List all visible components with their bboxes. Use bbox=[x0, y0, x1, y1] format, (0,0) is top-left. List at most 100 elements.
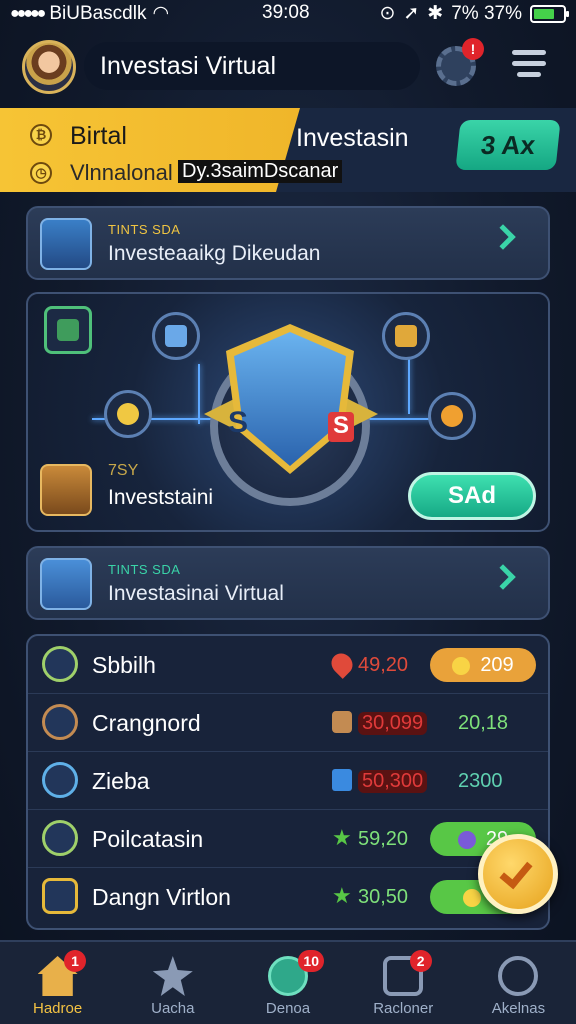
hero-title: Investstaini bbox=[108, 486, 214, 509]
nav-item-home[interactable]: 1 Hadroe bbox=[0, 942, 115, 1024]
notification-badge: ! bbox=[462, 38, 484, 60]
chevron-right-icon[interactable] bbox=[490, 224, 516, 250]
hero-panel: S S 7SY Investstaini SAd bbox=[26, 292, 550, 532]
treasure-chest-icon bbox=[40, 464, 92, 516]
promo-banner: ₿ ◷ Birtal Vlnnalonal Dy.3saimDscanar In… bbox=[0, 108, 576, 192]
investment-card-top[interactable]: TINTS SDA Investeaaikg Dikeudan bbox=[26, 206, 550, 280]
helmet-icon[interactable] bbox=[428, 392, 476, 440]
heart-icon bbox=[457, 830, 476, 849]
banner-title: Birtal bbox=[70, 122, 127, 150]
title-bar: Investasi Virtual bbox=[84, 42, 420, 90]
clock-coin-icon: ◷ bbox=[30, 162, 52, 184]
list-item-value: 30,099 bbox=[358, 712, 428, 735]
bottom-nav: 1 Hadroe Uacha 10 Denoa 2 Racloner Akeln… bbox=[0, 940, 576, 1024]
connector-line bbox=[198, 364, 200, 424]
page-title: Investasi Virtual bbox=[100, 51, 277, 80]
alarm-icon: ⊙ bbox=[379, 3, 396, 24]
coins-icon[interactable] bbox=[104, 390, 152, 438]
pin-icon bbox=[327, 649, 357, 679]
confirm-fab-button[interactable] bbox=[478, 834, 558, 914]
shield-badge-icon bbox=[42, 878, 78, 914]
nav-label: Akelnas bbox=[491, 1000, 546, 1017]
connector-line bbox=[408, 354, 410, 414]
nav-badge: 2 bbox=[409, 950, 432, 972]
hero-subtitle: 7SY bbox=[108, 462, 139, 479]
banner-right-title: Investasin bbox=[296, 124, 409, 152]
coin-icon: ₿ bbox=[30, 124, 52, 146]
nav-label: Denoa bbox=[265, 1000, 311, 1017]
list-item-value: 30,50 bbox=[358, 886, 409, 908]
card-title: Investasinai Virtual bbox=[108, 582, 284, 605]
list-item-name: Zieba bbox=[92, 768, 150, 794]
list-item-name: Crangnord bbox=[92, 710, 201, 736]
map-icon bbox=[42, 820, 78, 856]
coin-icon bbox=[463, 888, 482, 907]
status-left: ●●●●● BiUBascdlk ◠ bbox=[10, 2, 169, 25]
nav-label: Uacha bbox=[151, 1000, 195, 1017]
menu-button[interactable] bbox=[512, 50, 546, 82]
box-icon[interactable] bbox=[382, 312, 430, 360]
avatar[interactable] bbox=[22, 40, 76, 94]
battery-icon bbox=[530, 4, 569, 23]
settings-icon bbox=[498, 956, 539, 996]
clock: 39:08 bbox=[262, 2, 310, 23]
star-icon: ★ bbox=[332, 825, 352, 850]
list-item[interactable]: Poilcatasin ★ 59,20 29 bbox=[28, 810, 548, 868]
nav-label: Hadroe bbox=[33, 1000, 83, 1017]
menu-icon-bar bbox=[512, 61, 546, 66]
app-header: Investasi Virtual ! bbox=[0, 36, 576, 96]
map-icon[interactable] bbox=[44, 306, 92, 354]
star-icon: ★ bbox=[332, 883, 352, 908]
menu-icon-bar bbox=[517, 72, 541, 77]
bluetooth-icon: ✱ bbox=[427, 3, 444, 24]
wifi-icon: ◠ bbox=[152, 3, 170, 24]
document-icon[interactable] bbox=[152, 312, 200, 360]
battery-percent: 7% 37% bbox=[451, 2, 522, 24]
person-icon bbox=[42, 704, 78, 740]
cart-icon bbox=[332, 769, 352, 791]
list-item-name: Sbbilh bbox=[92, 652, 156, 678]
nav-item-racloner[interactable]: 2 Racloner bbox=[346, 942, 461, 1024]
list-item-name: Dangn Virtlon bbox=[92, 884, 231, 910]
investment-card-bottom[interactable]: TINTS SDA Investasinai Virtual bbox=[26, 546, 550, 620]
list-item[interactable]: Crangnord 30,099 20,18 bbox=[28, 694, 548, 752]
checkmark-icon bbox=[499, 854, 533, 890]
list-item[interactable]: Sbbilh 49,20 209 bbox=[28, 636, 548, 694]
coin-icon bbox=[452, 656, 471, 675]
nav-badge: 10 bbox=[298, 950, 324, 972]
menu-icon-bar bbox=[512, 50, 546, 55]
list-item-value: 49,20 bbox=[358, 654, 409, 676]
status-right: ⊙ ➚ ✱ 7% 37% bbox=[379, 2, 569, 25]
carrier-label: BiUBascdlk bbox=[49, 2, 147, 24]
location-icon: ➚ bbox=[403, 3, 420, 24]
signal-icon: ●●●●● bbox=[10, 4, 46, 22]
card-title: Investeaaikg Dikeudan bbox=[108, 242, 321, 265]
list-item-chip: 209 bbox=[430, 648, 536, 682]
banner-subtitle: Vlnnalonal bbox=[70, 160, 173, 185]
list-item[interactable]: Zieba 50,300 2300 bbox=[28, 752, 548, 810]
list-item-chip-value: 209 bbox=[480, 654, 514, 676]
status-bar: ●●●●● BiUBascdlk ◠ 39:08 ⊙ ➚ ✱ 7% 37% bbox=[0, 0, 576, 28]
list-item-chip-value: 20,18 bbox=[458, 712, 509, 734]
nav-item-akelnas[interactable]: Akelnas bbox=[461, 942, 576, 1024]
list-item-value: 59,20 bbox=[358, 828, 409, 850]
wallet-icon bbox=[40, 558, 92, 610]
nav-item-uacha[interactable]: Uacha bbox=[115, 942, 230, 1024]
chevron-right-icon[interactable] bbox=[490, 564, 516, 590]
shield-letter-right: S bbox=[328, 412, 354, 442]
list-item[interactable]: Dangn Virtlon ★ 30,50 2 bbox=[28, 868, 548, 926]
banner-button[interactable]: 3 Ax bbox=[455, 120, 561, 170]
hero-action-button[interactable]: SAd bbox=[408, 472, 536, 520]
star-icon bbox=[152, 956, 193, 996]
list-item-name: Poilcatasin bbox=[92, 826, 204, 852]
nav-item-denoa[interactable]: 10 Denoa bbox=[230, 942, 345, 1024]
bag-icon bbox=[332, 711, 352, 733]
rocket-icon bbox=[42, 762, 78, 798]
nav-label: Racloner bbox=[373, 1000, 434, 1017]
card-subtitle: TINTS SDA bbox=[108, 562, 181, 577]
banner-overlay-text: Dy.3saimDscanar bbox=[178, 160, 343, 183]
ledger-icon bbox=[42, 646, 78, 682]
card-subtitle: TINTS SDA bbox=[108, 222, 181, 237]
list-item-value: 50,300 bbox=[358, 770, 428, 793]
nav-badge: 1 bbox=[64, 950, 86, 972]
